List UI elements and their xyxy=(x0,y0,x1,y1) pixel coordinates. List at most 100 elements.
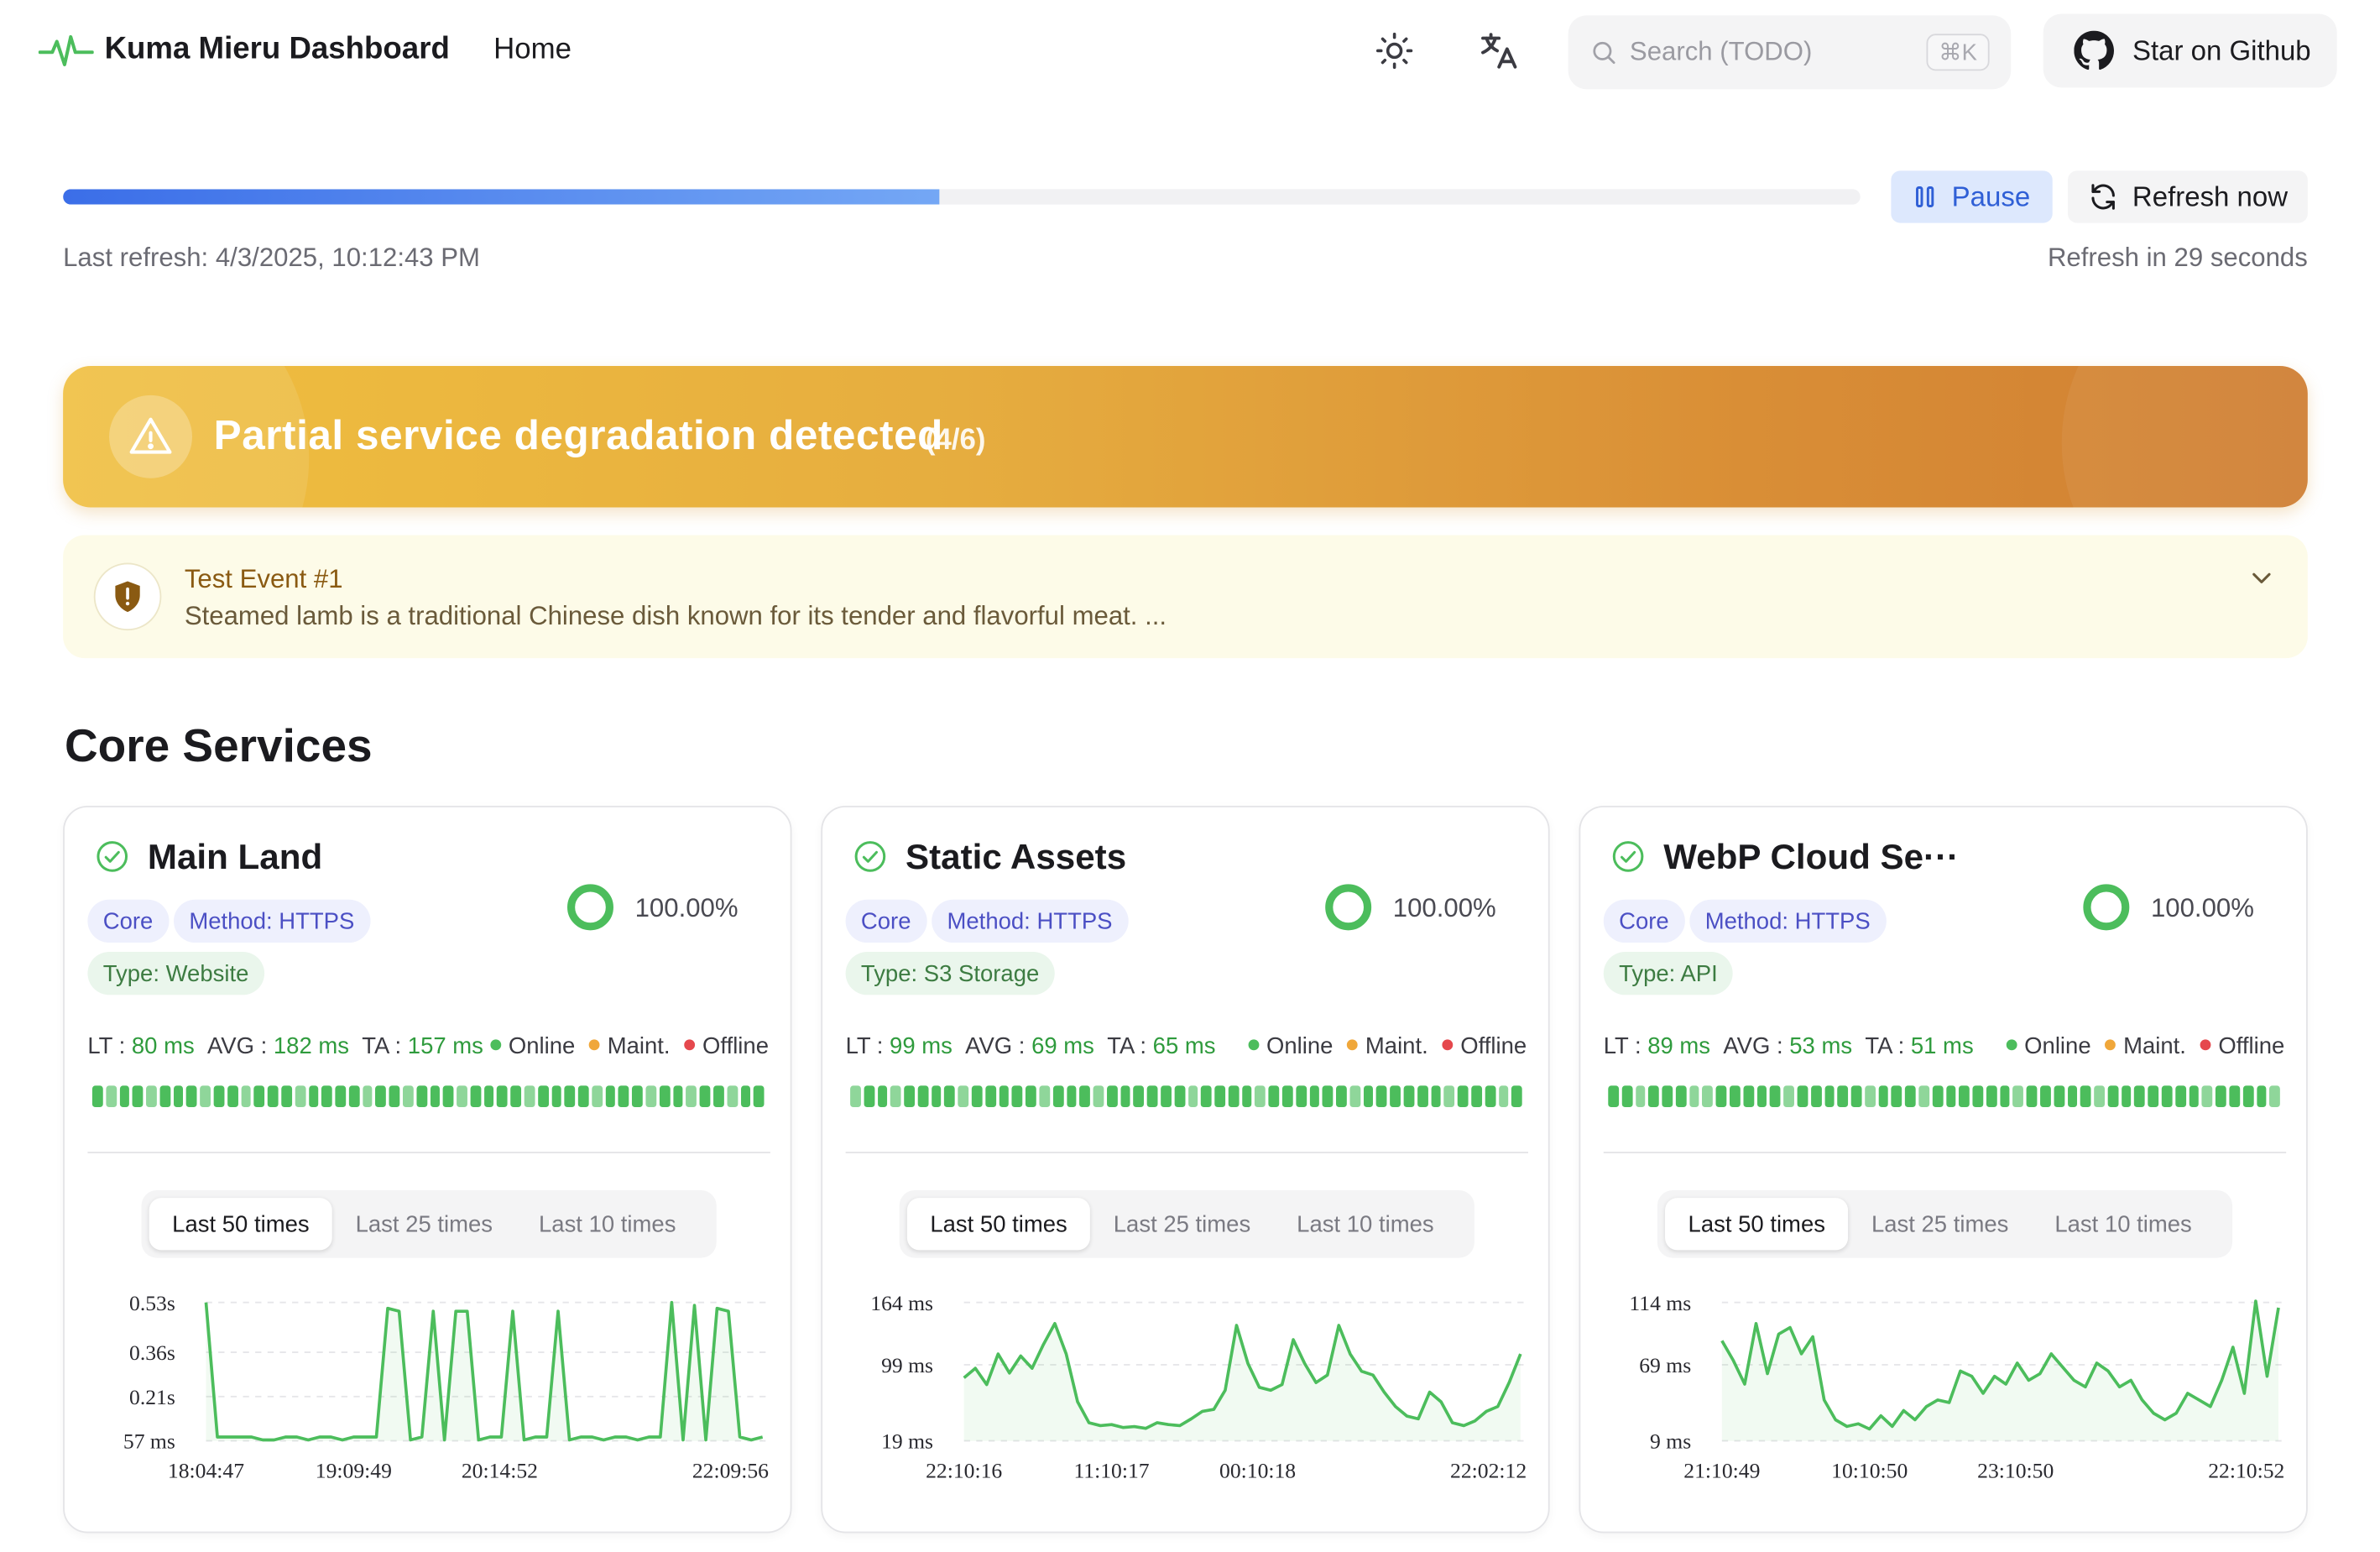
heartbeat-tick[interactable] xyxy=(159,1085,170,1108)
heartbeat-tick[interactable] xyxy=(1608,1085,1619,1108)
heartbeat-tick[interactable] xyxy=(592,1085,603,1108)
heartbeat-tick[interactable] xyxy=(564,1085,576,1108)
nav-link-home[interactable]: Home xyxy=(493,34,572,67)
heartbeat-tick[interactable] xyxy=(2161,1085,2173,1108)
heartbeat-tick[interactable] xyxy=(119,1085,130,1108)
heartbeat-tick[interactable] xyxy=(295,1085,305,1108)
heartbeat-tick[interactable] xyxy=(1471,1085,1482,1108)
heartbeat-tick[interactable] xyxy=(672,1085,684,1108)
heartbeat-tick[interactable] xyxy=(1039,1085,1050,1108)
heartbeat-tick[interactable] xyxy=(1323,1085,1334,1108)
heartbeat-tick[interactable] xyxy=(186,1085,197,1108)
heartbeat-tick[interactable] xyxy=(1648,1085,1659,1108)
heartbeat-tick[interactable] xyxy=(1498,1085,1509,1108)
heartbeat-tick[interactable] xyxy=(1932,1085,1943,1108)
heartbeat-tick[interactable] xyxy=(727,1085,738,1108)
heartbeat-tick[interactable] xyxy=(1458,1085,1469,1108)
heartbeat-tick[interactable] xyxy=(1147,1085,1158,1108)
heartbeat-tick[interactable] xyxy=(712,1085,724,1108)
heartbeat-tick[interactable] xyxy=(1743,1085,1754,1108)
heartbeat-tick[interactable] xyxy=(213,1085,225,1108)
heartbeat-tick[interactable] xyxy=(1918,1085,1929,1108)
search-input[interactable] xyxy=(1629,36,1927,68)
heartbeat-tick[interactable] xyxy=(1797,1085,1808,1108)
heartbeat-tick[interactable] xyxy=(1511,1085,1522,1108)
heartbeat-tick[interactable] xyxy=(1621,1085,1632,1108)
heartbeat-tick[interactable] xyxy=(375,1085,387,1108)
heartbeat-tick[interactable] xyxy=(1485,1085,1495,1108)
tag-method[interactable]: Method: HTTPS xyxy=(174,899,370,943)
heartbeat-tick[interactable] xyxy=(1349,1085,1360,1108)
heartbeat-tick[interactable] xyxy=(917,1085,928,1108)
heartbeat-tick[interactable] xyxy=(1309,1085,1320,1108)
heartbeat-tick[interactable] xyxy=(659,1085,671,1108)
heartbeat-tick[interactable] xyxy=(971,1085,983,1108)
refresh-now-button[interactable]: Refresh now xyxy=(2068,170,2308,223)
heartbeat-tick[interactable] xyxy=(133,1085,144,1108)
chevron-down-icon[interactable] xyxy=(2247,563,2278,594)
heartbeat-tick[interactable] xyxy=(348,1085,360,1108)
heartbeat-tick[interactable] xyxy=(1850,1085,1862,1108)
range-tab[interactable]: Last 10 times xyxy=(1274,1198,1457,1250)
heartbeat-tick[interactable] xyxy=(335,1085,346,1108)
heartbeat-tick[interactable] xyxy=(1403,1085,1415,1108)
heartbeat-tick[interactable] xyxy=(1972,1085,1984,1108)
heartbeat-tick[interactable] xyxy=(281,1085,292,1108)
heartbeat-tick[interactable] xyxy=(416,1085,427,1108)
heartbeat-tick[interactable] xyxy=(2256,1085,2267,1108)
heartbeat-tick[interactable] xyxy=(253,1085,265,1108)
heartbeat-tick[interactable] xyxy=(483,1085,494,1108)
tag-group[interactable]: Core xyxy=(87,899,169,943)
heartbeat-tick[interactable] xyxy=(91,1085,103,1108)
heartbeat-tick[interactable] xyxy=(1336,1085,1347,1108)
heartbeat-tick[interactable] xyxy=(1281,1085,1293,1108)
heartbeat-tick[interactable] xyxy=(2229,1085,2240,1108)
heartbeat-tick[interactable] xyxy=(551,1085,562,1108)
heartbeat-tick[interactable] xyxy=(2080,1085,2091,1108)
tag-method[interactable]: Method: HTTPS xyxy=(932,899,1128,943)
theme-toggle-button[interactable] xyxy=(1371,28,1417,74)
heartbeat-tick[interactable] xyxy=(944,1085,956,1108)
heartbeat-tick[interactable] xyxy=(645,1085,656,1108)
heartbeat-tick[interactable] xyxy=(240,1085,252,1108)
brand-title[interactable]: Kuma Mieru Dashboard xyxy=(105,32,450,67)
heartbeat-tick[interactable] xyxy=(2242,1085,2253,1108)
tag-type[interactable]: Type: API xyxy=(1603,952,1734,995)
heartbeat-tick[interactable] xyxy=(2040,1085,2051,1108)
heartbeat-tick[interactable] xyxy=(362,1085,373,1108)
heartbeat-tick[interactable] xyxy=(1430,1085,1442,1108)
heartbeat-tick[interactable] xyxy=(1986,1085,1997,1108)
range-tab[interactable]: Last 50 times xyxy=(149,1198,333,1251)
heartbeat-tick[interactable] xyxy=(2134,1085,2146,1108)
heartbeat-tick[interactable] xyxy=(931,1085,942,1108)
search-box[interactable]: ⌘K xyxy=(1568,15,2012,90)
pause-button[interactable]: Pause xyxy=(1891,170,2053,223)
heartbeat-tick[interactable] xyxy=(2269,1085,2280,1108)
heartbeat-tick[interactable] xyxy=(1675,1085,1687,1108)
heartbeat-tick[interactable] xyxy=(1662,1085,1673,1108)
heartbeat-tick[interactable] xyxy=(2148,1085,2159,1108)
heartbeat-tick[interactable] xyxy=(1390,1085,1401,1108)
heartbeat-tick[interactable] xyxy=(1959,1085,1970,1108)
heartbeat-tick[interactable] xyxy=(904,1085,915,1108)
range-tab[interactable]: Last 50 times xyxy=(1665,1198,1849,1251)
service-card[interactable]: Static Assets Core Method: HTTPS Type: S3 … xyxy=(821,805,1550,1534)
heartbeat-tick[interactable] xyxy=(1783,1085,1794,1108)
heartbeat-tick[interactable] xyxy=(754,1085,765,1108)
heartbeat-tick[interactable] xyxy=(1715,1085,1727,1108)
heartbeat-tick[interactable] xyxy=(308,1085,319,1108)
heartbeat-tick[interactable] xyxy=(1106,1085,1118,1108)
heartbeat-tick[interactable] xyxy=(1945,1085,1956,1108)
heartbeat-tick[interactable] xyxy=(1268,1085,1280,1108)
heartbeat-tick[interactable] xyxy=(999,1085,1010,1108)
heartbeat-tick[interactable] xyxy=(618,1085,629,1108)
heartbeat-tick[interactable] xyxy=(1214,1085,1225,1108)
heartbeat-tick[interactable] xyxy=(1012,1085,1023,1108)
heartbeat-tick[interactable] xyxy=(1255,1085,1266,1108)
heartbeat-tick[interactable] xyxy=(497,1085,508,1108)
heartbeat-tick[interactable] xyxy=(321,1085,332,1108)
heartbeat-tick[interactable] xyxy=(510,1085,522,1108)
heartbeat-tick[interactable] xyxy=(890,1085,901,1108)
heartbeat-tick[interactable] xyxy=(2189,1085,2200,1108)
pulse-logo-icon[interactable] xyxy=(38,32,94,72)
